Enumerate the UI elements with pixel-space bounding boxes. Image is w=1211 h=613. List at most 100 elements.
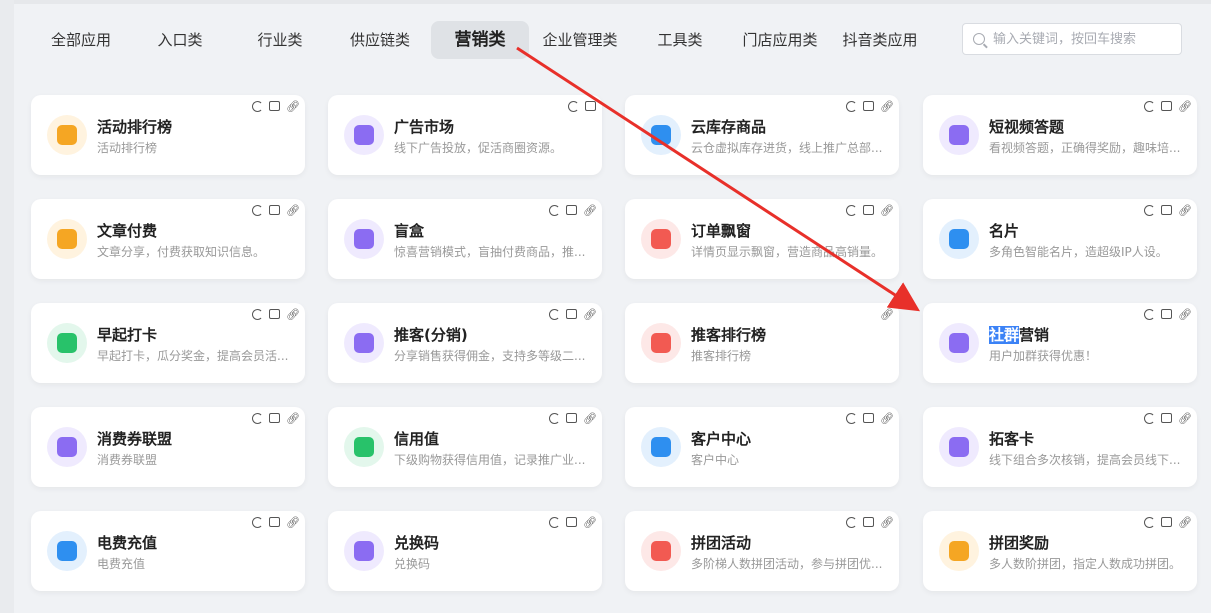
sync-icon[interactable] [252,100,263,112]
print-icon[interactable] [1161,101,1172,111]
app-card[interactable]: 拓客卡 线下组合多次核销，提高会员线下... 🔗︎ [923,407,1197,487]
tab-tools[interactable]: 工具类 [640,21,720,59]
card-title-text: 拼团奖励 [989,534,1050,552]
link-icon[interactable]: 🔗︎ [880,412,894,425]
card-actions: 🔗︎ [549,306,597,322]
link-icon[interactable]: 🔗︎ [880,204,894,217]
card-title: 推客排行榜 [691,324,887,345]
link-icon[interactable]: 🔗︎ [880,308,894,321]
sync-icon[interactable] [846,412,857,424]
search-input[interactable] [993,24,1177,54]
app-card[interactable]: 文章付费 文章分享，付费获取知识信息。 🔗︎ [31,199,305,279]
app-card[interactable]: 名片 多角色智能名片，造超级IP人设。 🔗︎ [923,199,1197,279]
sync-icon[interactable] [549,308,560,320]
print-icon[interactable] [1161,205,1172,215]
card-title-text: 活动排行榜 [97,118,173,136]
app-card[interactable]: 活动排行榜 活动排行榜 🔗︎ [31,95,305,175]
card-title-text: 文章付费 [97,222,158,240]
tab-enterprise[interactable]: 企业管理类 [536,21,624,59]
link-icon[interactable]: 🔗︎ [1178,100,1192,113]
app-card[interactable]: 电费充值 电费充值 🔗︎ [31,511,305,591]
print-icon[interactable] [269,205,280,215]
link-icon[interactable]: 🔗︎ [1178,308,1192,321]
tab-douyin[interactable]: 抖音类应用 [836,21,924,59]
print-icon[interactable] [1161,309,1172,319]
app-card[interactable]: 消费券联盟 消费券联盟 🔗︎ [31,407,305,487]
redeem-code-icon [344,531,384,571]
print-icon[interactable] [863,517,874,527]
link-icon[interactable]: 🔗︎ [880,516,894,529]
app-card[interactable]: 早起打卡 早起打卡，瓜分奖金，提高会员活... 🔗︎ [31,303,305,383]
print-icon[interactable] [566,413,577,423]
link-icon[interactable]: 🔗︎ [286,100,300,113]
link-icon[interactable]: 🔗︎ [583,308,597,321]
print-icon[interactable] [566,517,577,527]
card-actions: 🔗︎ [1144,98,1192,114]
card-title-text: 云库存商品 [691,118,767,136]
sync-icon[interactable] [1144,516,1155,528]
link-icon[interactable]: 🔗︎ [1178,204,1192,217]
tab-store[interactable]: 门店应用类 [736,21,824,59]
sync-icon[interactable] [1144,412,1155,424]
link-icon[interactable]: 🔗︎ [583,204,597,217]
link-icon[interactable]: 🔗︎ [286,308,300,321]
print-icon[interactable] [566,309,577,319]
sync-icon[interactable] [1144,100,1155,112]
app-card[interactable]: 拼团活动 多阶梯人数拼团活动，参与拼团优... 🔗︎ [625,511,899,591]
print-icon[interactable] [566,205,577,215]
print-icon[interactable] [269,309,280,319]
card-desc: 客户中心 [691,453,740,467]
print-icon[interactable] [863,413,874,423]
tab-entry[interactable]: 入口类 [138,21,222,59]
card-title: 云库存商品 [691,116,887,137]
app-card[interactable]: 推客排行榜 推客排行榜 🔗︎ [625,303,899,383]
tab-all[interactable]: 全部应用 [36,21,126,59]
print-icon[interactable] [863,205,874,215]
app-card[interactable]: 订单飘窗 详情页显示飘窗，营造商品高销量。 🔗︎ [625,199,899,279]
print-icon[interactable] [1161,517,1172,527]
app-card[interactable]: 信用值 下级购物获得信用值，记录推广业... 🔗︎ [328,407,602,487]
app-card[interactable]: 盲盒 惊喜营销模式，盲抽付费商品，推... 🔗︎ [328,199,602,279]
print-icon[interactable] [1161,413,1172,423]
app-card[interactable]: 云库存商品 云仓虚拟库存进货，线上推广总部... 🔗︎ [625,95,899,175]
sync-icon[interactable] [549,204,560,216]
app-card[interactable]: 短视频答题 看视频答题，正确得奖励，趣味培... 🔗︎ [923,95,1197,175]
print-icon[interactable] [269,101,280,111]
card-desc: 多人数阶拼团，指定人数成功拼团。 [989,557,1182,571]
link-icon[interactable]: 🔗︎ [286,204,300,217]
app-card[interactable]: 推客(分销) 分享销售获得佣金，支持多等级二... 🔗︎ [328,303,602,383]
card-title-text: 短视频答题 [989,118,1065,136]
tab-marketing[interactable]: 营销类 [431,21,529,59]
link-icon[interactable]: 🔗︎ [880,100,894,113]
tab-supply-chain[interactable]: 供应链类 [338,21,422,59]
link-icon[interactable]: 🔗︎ [1178,516,1192,529]
card-title: 文章付费 [97,220,293,241]
app-card[interactable]: 客户中心 客户中心 🔗︎ [625,407,899,487]
app-card[interactable]: 拼团奖励多人数阶拼团，指定人数成功拼团。 🔗︎ [923,511,1197,591]
app-card[interactable]: 社群营销 用户加群获得优惠！ 🔗︎ [923,303,1197,383]
sync-icon[interactable] [846,100,857,112]
sync-icon[interactable] [252,516,263,528]
app-card[interactable]: 兑换码 兑换码 🔗︎ [328,511,602,591]
print-icon[interactable] [269,413,280,423]
sync-icon[interactable] [568,100,579,112]
print-icon[interactable] [863,101,874,111]
sync-icon[interactable] [846,204,857,216]
link-icon[interactable]: 🔗︎ [286,412,300,425]
tab-industry[interactable]: 行业类 [238,21,322,59]
link-icon[interactable]: 🔗︎ [286,516,300,529]
app-card[interactable]: 广告市场 线下广告投放，促活商圈资源。 [328,95,602,175]
sync-icon[interactable] [252,204,263,216]
print-icon[interactable] [269,517,280,527]
sync-icon[interactable] [1144,204,1155,216]
sync-icon[interactable] [252,412,263,424]
sync-icon[interactable] [549,412,560,424]
shop-icon[interactable] [585,101,596,111]
link-icon[interactable]: 🔗︎ [1178,412,1192,425]
link-icon[interactable]: 🔗︎ [583,412,597,425]
sync-icon[interactable] [1144,308,1155,320]
sync-icon[interactable] [252,308,263,320]
sync-icon[interactable] [846,516,857,528]
sync-icon[interactable] [549,516,560,528]
link-icon[interactable]: 🔗︎ [583,516,597,529]
